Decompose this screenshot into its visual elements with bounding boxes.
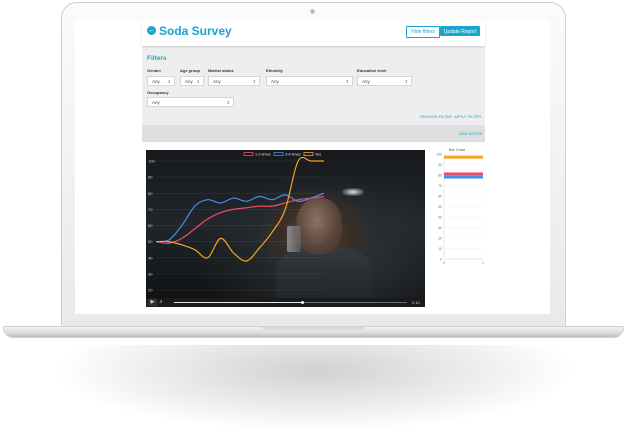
select-arrows-icon: ⇕ [196,79,200,84]
bar-0 [444,155,483,159]
legend-label: 3-4 times [285,153,301,157]
bar-y-tick-label: 50 [438,205,442,209]
education-level-select[interactable]: Any ⇕ [357,76,412,86]
progress-track[interactable] [174,301,407,304]
legend-label: 1-2 times [255,153,271,157]
y-tick-label: 50 [148,239,153,244]
y-tick-label: 100 [148,159,155,164]
add-notes-link[interactable]: ADD NOTES [459,131,482,136]
progress-fill [174,302,303,303]
bar-y-tick-label: 0 [440,257,442,261]
bar-y-tick-label: 10 [438,247,442,251]
bar-x-tick-label: 0 [443,261,445,265]
series-line-0 [155,195,325,244]
line-chart-overlay: 100 90 80 70 60 50 40 30 20 1-2 times 3-4 times Yes [148,152,325,293]
header: ← Soda Survey Hide filters Update Report [142,19,485,46]
select-arrows-icon: ⇕ [404,79,408,84]
bar-y-tick-label: 20 [438,236,442,240]
apply-filter-link[interactable]: APPLY FILTER [454,114,481,119]
volume-icon[interactable]: ♬ [159,299,164,306]
age-group-select-value: Any [185,79,193,84]
legend-swatch [243,152,254,156]
laptop-screen: ← Soda Survey Hide filters Update Report… [75,19,550,314]
legend-label: Yes [315,153,321,157]
series-line-1 [155,192,325,243]
ethnicity-select[interactable]: Any ⇕ [266,76,353,86]
gender-select-value: Any [152,79,160,84]
y-tick-label: 70 [148,207,153,212]
bar-chart-title: Bar Chart [449,148,466,152]
select-arrows-icon: ⇕ [345,79,349,84]
bar-x-tick-label: 1 [482,261,484,265]
webcam [310,9,315,14]
marital-status-label: Marital status [208,68,234,73]
y-tick-label: 40 [148,255,153,260]
age-group-select[interactable]: Any ⇕ [180,76,204,86]
select-arrows-icon: ⇕ [167,79,171,84]
back-arrow-icon[interactable]: ← [147,26,156,35]
progress-thumb[interactable] [301,301,305,304]
gender-label: Gender [147,68,162,73]
bar-y-tick-label: 40 [438,215,442,219]
video-player[interactable]: 100 90 80 70 60 50 40 30 20 1-2 times 3-4 times Yes… [146,150,425,307]
bar-y-tick-label: 70 [438,184,442,188]
bar-y-tick-label: 30 [438,226,442,230]
occupancy-select[interactable]: Any ⇕ [147,97,234,107]
bar-y-tick-label: 90 [438,163,442,167]
marital-status-select-value: Any [213,79,221,84]
bar-chart: Bar Chart10090807060504030201000 1 [436,148,484,265]
bar-y-tick-label: 80 [438,173,442,177]
ethnicity-select-value: Any [271,79,279,84]
bar-y-tick-label: 60 [438,194,442,198]
play-button[interactable]: ▶ [148,299,157,306]
y-tick-label: 60 [148,223,153,228]
legend-swatch [303,152,314,156]
bar-2 [444,175,483,179]
legend-swatch [273,152,284,156]
gender-select[interactable]: Any ⇕ [147,76,175,86]
occupancy-label: Occupancy [147,90,169,95]
remove-filter-link[interactable]: REMOVE FILTER [420,114,452,119]
bar-1 [444,172,483,176]
hide-filters-button[interactable]: Hide filters [406,26,440,38]
video-controls: ▶ ♬ 0:10 [146,298,425,307]
laptop-notch [262,326,365,332]
laptop-shadow [60,345,570,430]
bar-y-tick-label: 100 [436,152,442,156]
page-title: Soda Survey [159,24,232,38]
y-tick-label: 80 [148,191,153,196]
update-report-button[interactable]: Update Report [440,26,480,36]
education-level-label: Education level [357,68,387,73]
marital-status-select[interactable]: Any ⇕ [208,76,260,86]
survey-panel: ← Soda Survey Hide filters Update Report… [142,19,485,142]
y-tick-label: 20 [148,288,153,293]
y-tick-label: 30 [148,271,153,276]
time-display: 0:10 [412,300,420,305]
education-level-select-value: Any [362,79,370,84]
age-group-label: Age group [180,68,200,73]
notes-bar: ADD NOTES [142,125,485,142]
filters-title: Filters [147,55,167,62]
select-arrows-icon: ⇕ [252,79,256,84]
occupancy-select-value: Any [152,100,160,105]
ethnicity-label: Ethnicity [266,68,283,73]
select-arrows-icon: ⇕ [226,100,230,105]
y-tick-label: 90 [148,175,153,180]
